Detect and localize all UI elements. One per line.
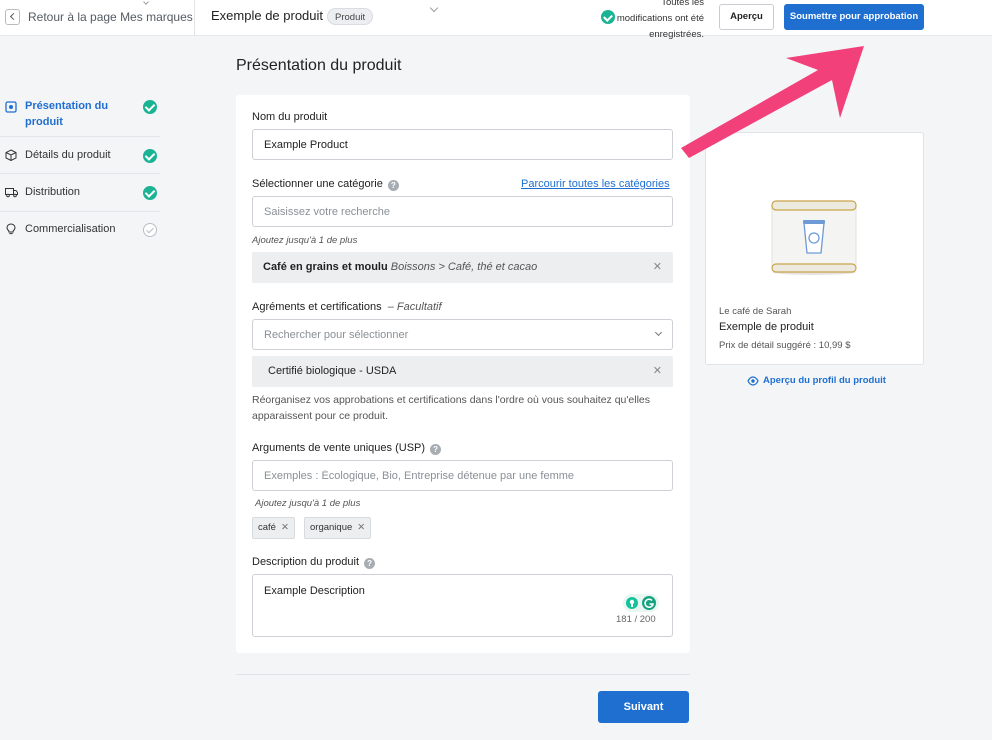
certifications-select[interactable] (252, 319, 673, 350)
chevron-down-icon[interactable] (429, 3, 439, 13)
overview-icon (5, 101, 17, 113)
sidebar-item-overview[interactable]: Présentation du produit (0, 95, 160, 137)
description-label-text: Description du produit (252, 556, 360, 568)
selected-category-chip: Café en grains et moulu Boissons > Café,… (252, 252, 673, 283)
sidebar-item-marketing[interactable]: Commercialisation (0, 212, 160, 248)
grammarly-icon[interactable] (623, 594, 659, 612)
header-divider (194, 0, 195, 36)
optional-tag: – Facultatif (387, 301, 442, 313)
selected-certification-chip[interactable]: Certifié biologique - USDA ✕ (252, 356, 673, 387)
lightbulb-icon (6, 223, 16, 235)
product-image (771, 200, 857, 275)
check-circle-outline-icon (143, 223, 157, 237)
sidebar-item-distribution[interactable]: Distribution (0, 174, 160, 212)
character-counter: 181 / 200 (616, 614, 656, 625)
submit-for-approval-button[interactable]: Soumettre pour approbation (784, 4, 924, 30)
top-header: Retour à la page Mes marques Exemple de … (0, 0, 992, 40)
check-circle-icon (143, 186, 157, 200)
description-label: Description du produit? (252, 556, 376, 569)
eye-icon[interactable] (747, 376, 759, 386)
product-type-badge: Produit (327, 8, 374, 25)
close-icon[interactable]: ✕ (653, 252, 662, 283)
next-button[interactable]: Suivant (598, 691, 689, 723)
product-name-input[interactable] (252, 129, 673, 160)
usp-input[interactable] (252, 460, 673, 491)
sidebar-item-label: Commercialisation (25, 223, 116, 235)
description-textarea[interactable]: Example Description (252, 574, 673, 637)
certifications-helper-text: Réorganisez vos approbations et certific… (252, 394, 650, 422)
close-icon[interactable]: ✕ (653, 356, 662, 387)
browse-categories-link[interactable]: Parcourir toutes les catégories (521, 178, 670, 190)
sidebar-item-label: Détails du produit (25, 149, 111, 161)
preview-product-name: Exemple de produit (719, 321, 814, 333)
check-circle-icon (143, 100, 157, 114)
back-to-brands-link[interactable]: Retour à la page Mes marques (28, 10, 193, 24)
selected-category-path: Boissons > Café, thé et cacao (390, 261, 538, 273)
category-label: Sélectionner une catégorie? (252, 178, 399, 191)
help-icon[interactable]: ? (387, 180, 399, 191)
chevron-icon (143, 0, 149, 5)
product-title: Exemple de produit (211, 8, 324, 23)
back-arrow-icon[interactable] (5, 9, 20, 25)
usp-tag-label: café (258, 522, 276, 533)
preview-price: Prix de détail suggéré : 10,99 $ (719, 340, 851, 351)
product-name-label: Nom du produit (252, 111, 328, 123)
certifications-label: Agréments et certifications – Facultatif (252, 301, 442, 313)
sidebar-item-label: Distribution (25, 186, 81, 198)
usp-tag: café ✕ (252, 517, 295, 539)
certifications-label-text: Agréments et certifications (252, 301, 382, 313)
close-icon[interactable]: ✕ (281, 522, 289, 533)
selected-category-name: Café en grains et moulu (263, 261, 388, 273)
category-search-input[interactable] (252, 196, 673, 227)
usp-label-text: Arguments de vente uniques (USP) (252, 442, 426, 454)
usp-tag-label: organique (310, 522, 353, 533)
footer-divider (236, 674, 690, 675)
sidebar-item-label: Présentation du produit (25, 100, 109, 128)
category-hint: Ajoutez jusqu'à 1 de plus (252, 235, 358, 246)
selected-certification-label: Certifié biologique - USDA (268, 365, 397, 377)
preview-brand: Le café de Sarah (719, 306, 792, 317)
save-status-text: Toutes les modifications ont été enregis… (616, 0, 704, 40)
help-icon[interactable]: ? (364, 558, 376, 569)
usp-tag: organique ✕ (304, 517, 372, 539)
category-label-text: Sélectionner une catégorie (252, 178, 383, 190)
preview-button[interactable]: Aperçu (719, 4, 774, 30)
sidebar-item-product-details[interactable]: Détails du produit (0, 137, 160, 174)
box-icon (5, 149, 17, 161)
check-circle-icon (143, 149, 157, 163)
close-icon[interactable]: ✕ (357, 522, 365, 533)
truck-icon (5, 188, 18, 198)
product-profile-preview-link[interactable]: Aperçu du profil du produit (763, 375, 886, 386)
section-title: Présentation du produit (236, 57, 402, 74)
usp-hint: Ajoutez jusqu'à 1 de plus (255, 498, 361, 509)
help-icon[interactable]: ? (430, 444, 442, 455)
usp-label: Arguments de vente uniques (USP)? (252, 442, 442, 455)
